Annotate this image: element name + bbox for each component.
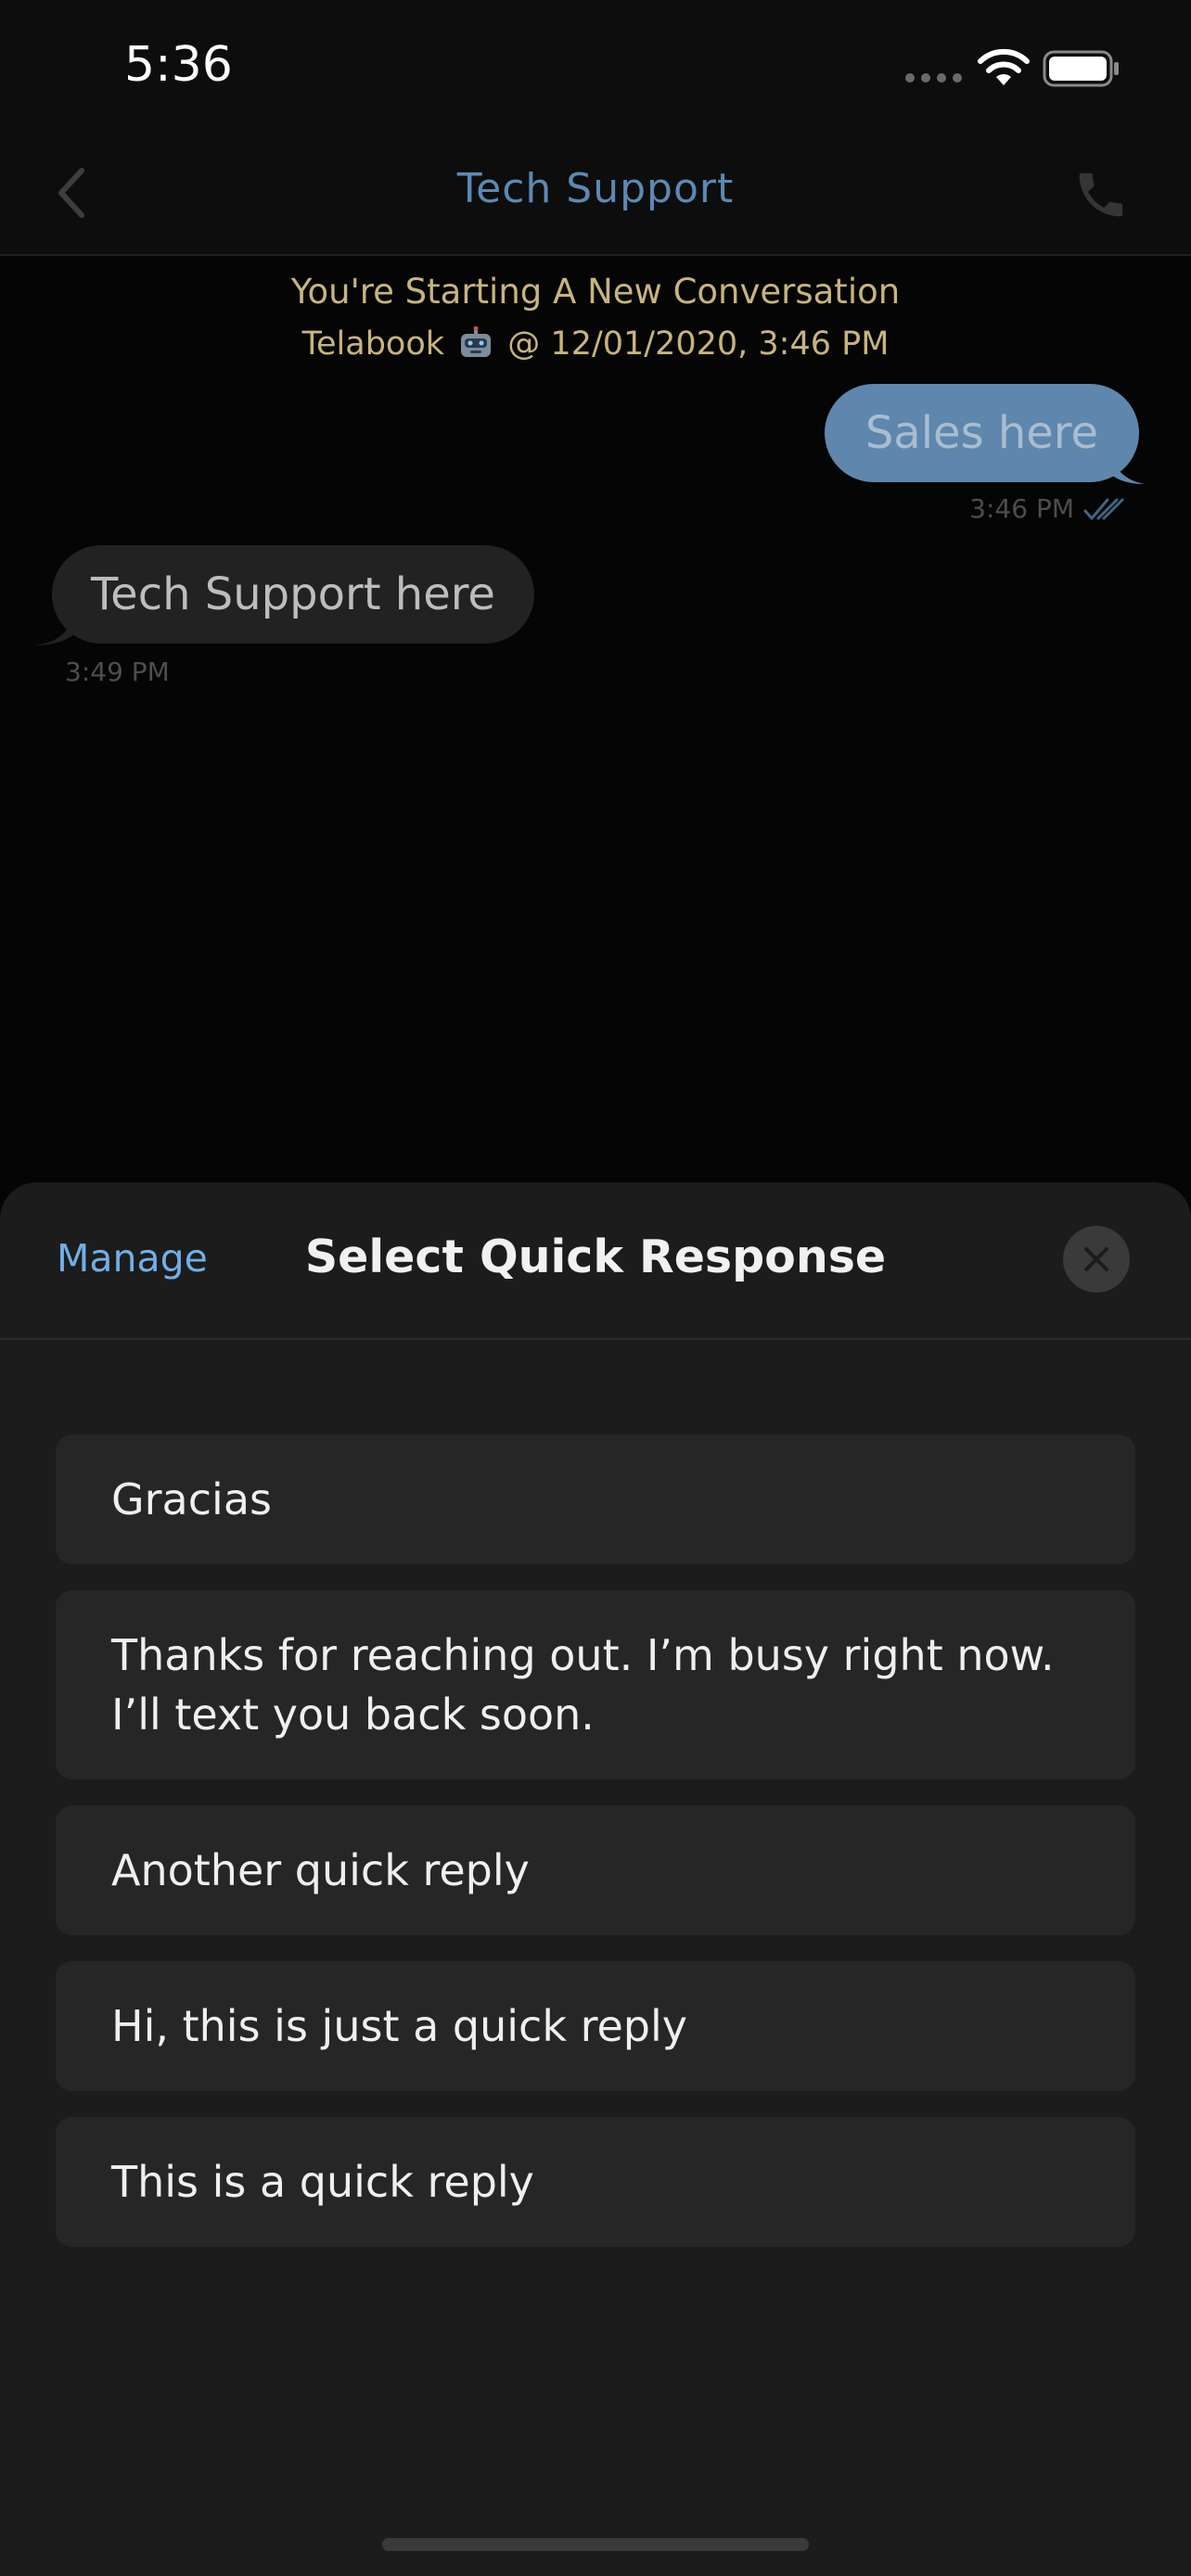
outgoing-message-bubble[interactable]: Sales here <box>824 384 1139 482</box>
phone-icon <box>1079 172 1123 217</box>
conversation-start-notice: You're Starting A New Conversation Telab… <box>0 269 1191 367</box>
sheet-title: Select Quick Response <box>304 1231 887 1283</box>
quick-response-item[interactable]: Another quick reply <box>56 1805 1135 1935</box>
wifi-icon <box>978 48 1030 85</box>
outgoing-message-meta: 3:46 PM <box>969 493 1126 524</box>
double-check-icon <box>1083 498 1124 519</box>
quick-response-item[interactable]: This is a quick reply <box>56 2117 1135 2247</box>
quick-response-item[interactable]: Thanks for reaching out. I’m busy right … <box>56 1590 1135 1779</box>
nav-bar: Tech Support <box>0 139 1191 256</box>
nav-title: Tech Support <box>456 165 735 212</box>
quick-response-item[interactable]: Hi, this is just a quick reply <box>56 1961 1135 2091</box>
sender-name: Telabook <box>301 325 445 363</box>
close-icon <box>1084 1247 1108 1271</box>
call-button[interactable] <box>1069 159 1133 230</box>
status-time: 5:36 <box>124 37 233 93</box>
home-indicator[interactable] <box>382 2538 809 2551</box>
conversation-start-meta: Telabook @ 12/01/2020, 3:46 PM <box>0 321 1191 367</box>
quick-response-list: Gracias Thanks for reaching out. I’m bus… <box>56 1435 1135 2273</box>
robot-icon <box>461 326 492 357</box>
conversation-timestamp: @ 12/01/2020, 3:46 PM <box>507 325 890 363</box>
quick-response-sheet: Manage Select Quick Response Gracias Tha… <box>0 1182 1191 2576</box>
status-bar: 5:36 <box>0 0 1191 139</box>
cellular-signal-icon <box>905 73 962 83</box>
conversation-start-title: You're Starting A New Conversation <box>290 272 901 312</box>
outgoing-message-time: 3:46 PM <box>969 493 1074 524</box>
quick-response-item[interactable]: Gracias <box>56 1435 1135 1564</box>
battery-icon <box>1043 50 1119 87</box>
incoming-message-time: 3:49 PM <box>65 657 170 687</box>
sheet-header: Manage Select Quick Response <box>0 1182 1191 1340</box>
close-button[interactable] <box>1063 1226 1130 1293</box>
incoming-message-bubble[interactable]: Tech Support here <box>52 545 534 644</box>
